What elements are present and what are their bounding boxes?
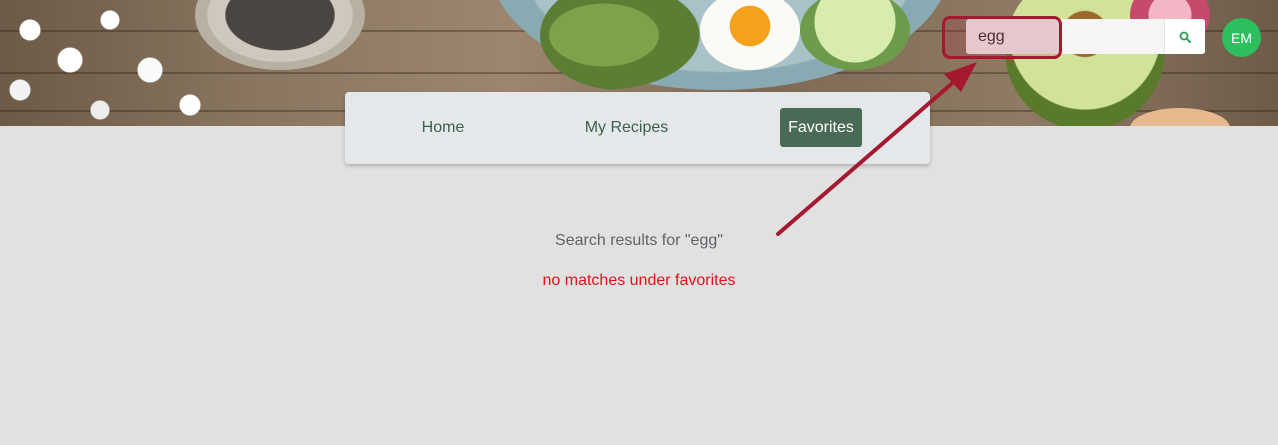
nav-item-home[interactable]: Home: [405, 108, 481, 147]
avatar-initials: EM: [1231, 29, 1252, 46]
nav-item-label: Home: [421, 118, 465, 136]
nav-item-favorites[interactable]: Favorites: [780, 108, 862, 147]
nav-item-label: My Recipes: [584, 118, 669, 136]
search-results-title: Search results for "egg": [555, 232, 723, 249]
search-button[interactable]: [1164, 19, 1205, 54]
search-icon: [1179, 31, 1191, 43]
main-nav: Home My Recipes Favorites: [345, 92, 930, 164]
nav-item-my-recipes[interactable]: My Recipes: [573, 108, 680, 147]
nav-item-label: Favorites: [788, 118, 854, 136]
avatar[interactable]: EM: [1222, 18, 1261, 57]
search-highlight-annotation: [942, 16, 1062, 59]
no-results-message: no matches under favorites: [542, 272, 736, 289]
